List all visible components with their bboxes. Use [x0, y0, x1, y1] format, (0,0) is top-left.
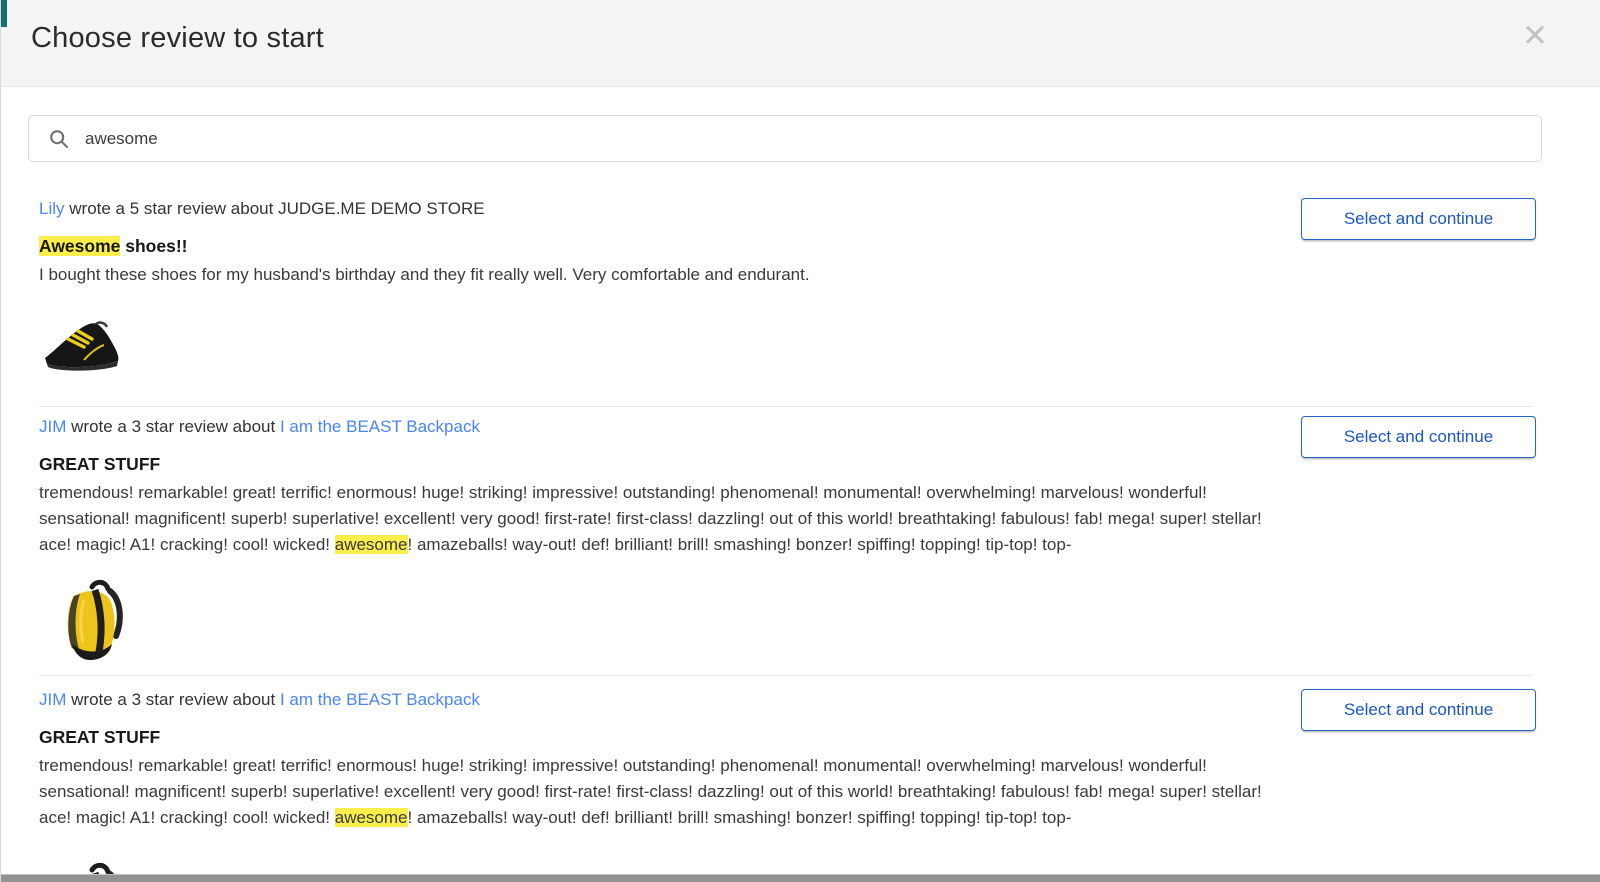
modal-title: Choose review to start	[31, 22, 324, 55]
modal-body: Lily wrote a 5 star review about JUDGE.M…	[1, 115, 1600, 882]
review-item: JIM wrote a 3 star review about I am the…	[39, 689, 1600, 882]
reviewer-name-link[interactable]: Lily	[39, 199, 65, 218]
search-bar[interactable]	[28, 115, 1542, 162]
product-name: JUDGE.ME DEMO STORE	[278, 199, 485, 218]
highlighted-keyword: awesome	[335, 808, 408, 827]
reviewer-name-link[interactable]: JIM	[39, 417, 66, 436]
select-and-continue-button[interactable]: Select and continue	[1301, 198, 1536, 240]
search-input[interactable]	[85, 129, 1527, 149]
product-link[interactable]: I am the BEAST Backpack	[280, 690, 480, 709]
review-body: tremendous! remarkable! great! terrific!…	[39, 753, 1284, 831]
review-item: JIM wrote a 3 star review about I am the…	[39, 416, 1600, 663]
review-item: Lily wrote a 5 star review about JUDGE.M…	[39, 198, 1600, 380]
select-and-continue-button[interactable]: Select and continue	[1301, 416, 1536, 458]
reviewer-name-link[interactable]: JIM	[39, 690, 66, 709]
review-photo-shoe	[39, 308, 125, 380]
review-meta-text: wrote a 5 star review about	[69, 199, 273, 218]
review-body: tremendous! remarkable! great! terrific!…	[39, 480, 1284, 558]
page-bottom-edge	[1, 874, 1600, 882]
divider	[39, 406, 1532, 407]
divider	[39, 675, 1532, 676]
modal-header: Choose review to start ✕	[1, 0, 1600, 87]
page-corner-accent	[1, 0, 7, 27]
search-icon	[49, 129, 69, 149]
review-meta-text: wrote a 3 star review about	[71, 417, 275, 436]
highlighted-keyword: awesome	[335, 535, 408, 554]
select-and-continue-button[interactable]: Select and continue	[1301, 689, 1536, 731]
review-meta-text: wrote a 3 star review about	[71, 690, 275, 709]
review-photo-backpack	[53, 578, 135, 663]
product-link[interactable]: I am the BEAST Backpack	[280, 417, 480, 436]
review-body: I bought these shoes for my husband's bi…	[39, 262, 1284, 288]
choose-review-modal: Choose review to start ✕ Lily wrote a 5 …	[0, 0, 1600, 882]
highlighted-keyword: Awesome	[39, 236, 120, 256]
close-icon[interactable]: ✕	[1522, 20, 1548, 51]
